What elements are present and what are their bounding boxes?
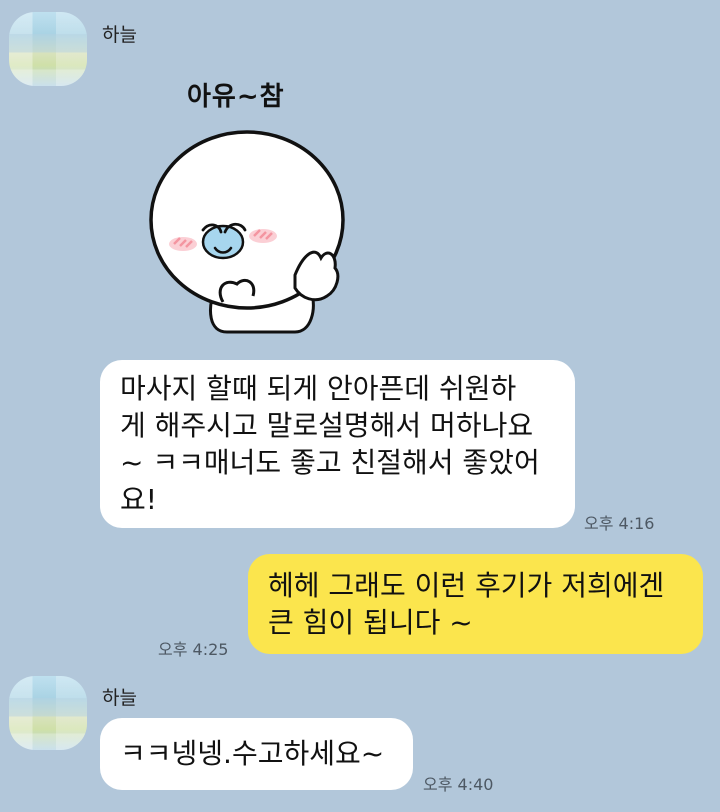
sticker-message[interactable]: 아유~참 (145, 70, 345, 345)
incoming-message-bubble[interactable]: 마사지 할때 되게 안아픈데 쉬원하 게 해주시고 말로설명해서 머하나요 ~ … (100, 360, 575, 528)
message-timestamp: 오후 4:40 (423, 775, 494, 794)
message-timestamp: 오후 4:25 (158, 640, 229, 659)
message-text-line: 헤헤 그래도 이런 후기가 저희에겐 (268, 569, 665, 602)
outgoing-message-bubble[interactable]: 헤헤 그래도 이런 후기가 저희에겐 큰 힘이 됩니다 ~ (248, 554, 703, 654)
message-text-line: ㅋㅋ넹넹.수고하세요~ (120, 737, 385, 770)
message-text-line: ~ ㅋㅋ매너도 좋고 친절해서 좋았어 (120, 446, 540, 479)
message-text-line: 요! (120, 483, 157, 516)
message-timestamp: 오후 4:16 (584, 514, 655, 533)
smiling-character-sticker-icon (149, 130, 345, 334)
sender-avatar[interactable] (9, 12, 87, 86)
sender-name: 하늘 (102, 24, 137, 46)
message-text-line: 마사지 할때 되게 안아픈데 쉬원하 (120, 372, 517, 405)
sender-name: 하늘 (102, 687, 137, 709)
sender-avatar[interactable] (9, 676, 87, 750)
message-text-line: 큰 힘이 됩니다 ~ (268, 606, 473, 639)
message-text-line: 게 해주시고 말로설명해서 머하나요 (120, 409, 534, 442)
incoming-message-bubble[interactable]: ㅋㅋ넹넹.수고하세요~ (100, 718, 413, 790)
